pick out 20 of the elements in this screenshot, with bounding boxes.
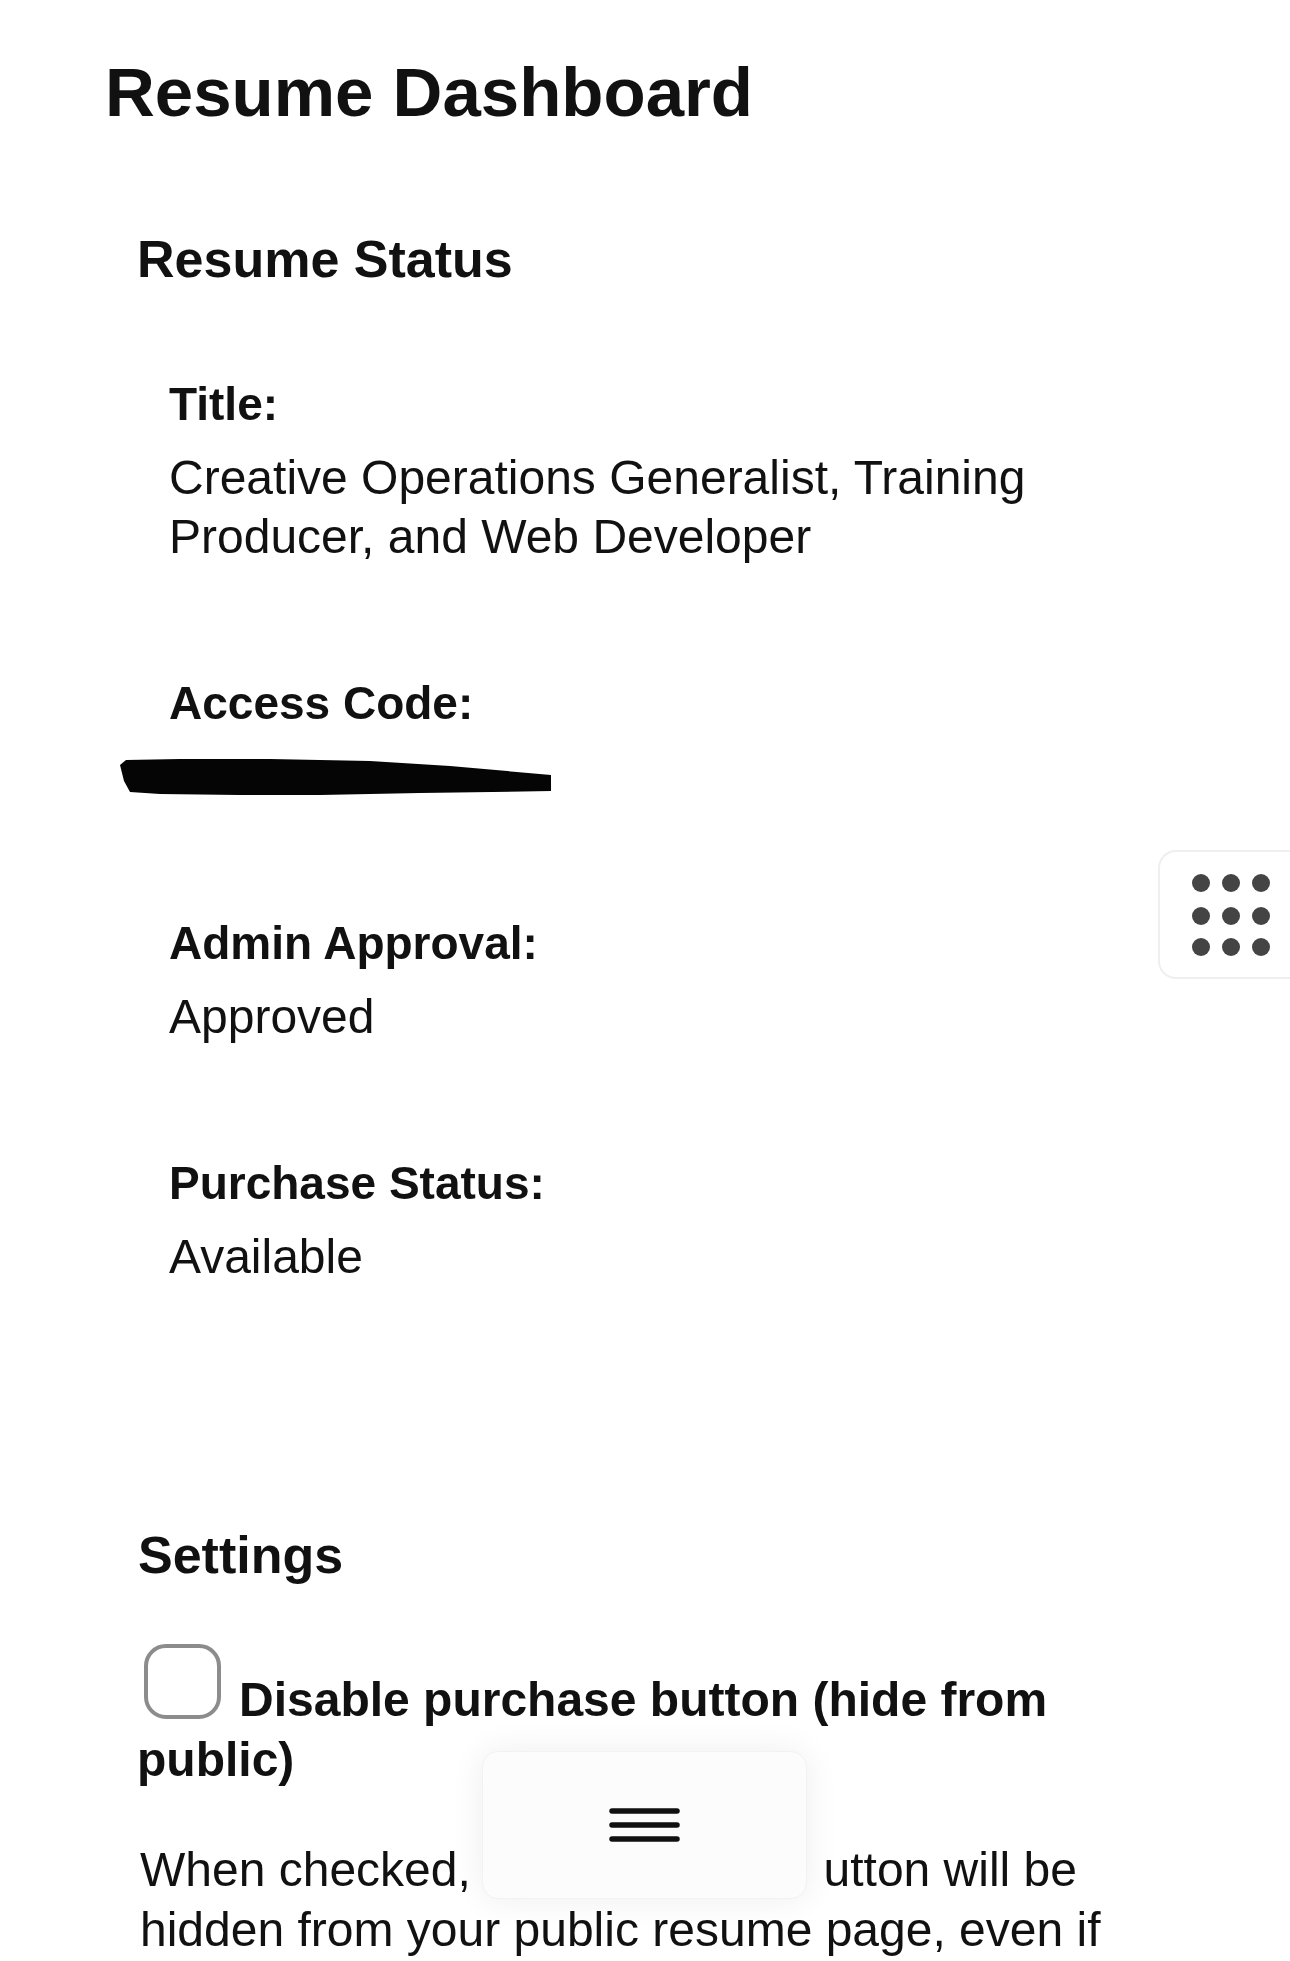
setting-label: public)	[137, 1733, 295, 1786]
setting-label: Disable purchase button (hide from	[239, 1673, 1048, 1726]
page-title: Resume Dashboard	[105, 53, 754, 133]
field-label: Access Code:	[169, 676, 474, 731]
field-label: Purchase Status:	[169, 1156, 545, 1211]
dots-grid-icon	[1192, 873, 1270, 956]
section-heading: Resume Status	[137, 229, 513, 290]
menu-button[interactable]	[482, 1751, 807, 1899]
description-text: utton will be	[823, 1842, 1077, 1898]
section-heading: Settings	[138, 1525, 344, 1586]
field-label: Title:	[169, 377, 279, 432]
checkbox[interactable]	[144, 1644, 221, 1719]
field-value: Approved	[169, 989, 375, 1045]
menu-icon	[609, 1808, 680, 1842]
description-text: When checked,	[140, 1842, 471, 1898]
field-value: Creative Operations Generalist, Training Producer, and Web Developer	[169, 450, 1027, 565]
field-label: Admin Approval:	[169, 916, 538, 971]
app-grid-button[interactable]	[1158, 850, 1290, 979]
description-text: hidden from your public resume page, even if	[140, 1902, 1101, 1958]
field-value: Available	[169, 1229, 363, 1285]
